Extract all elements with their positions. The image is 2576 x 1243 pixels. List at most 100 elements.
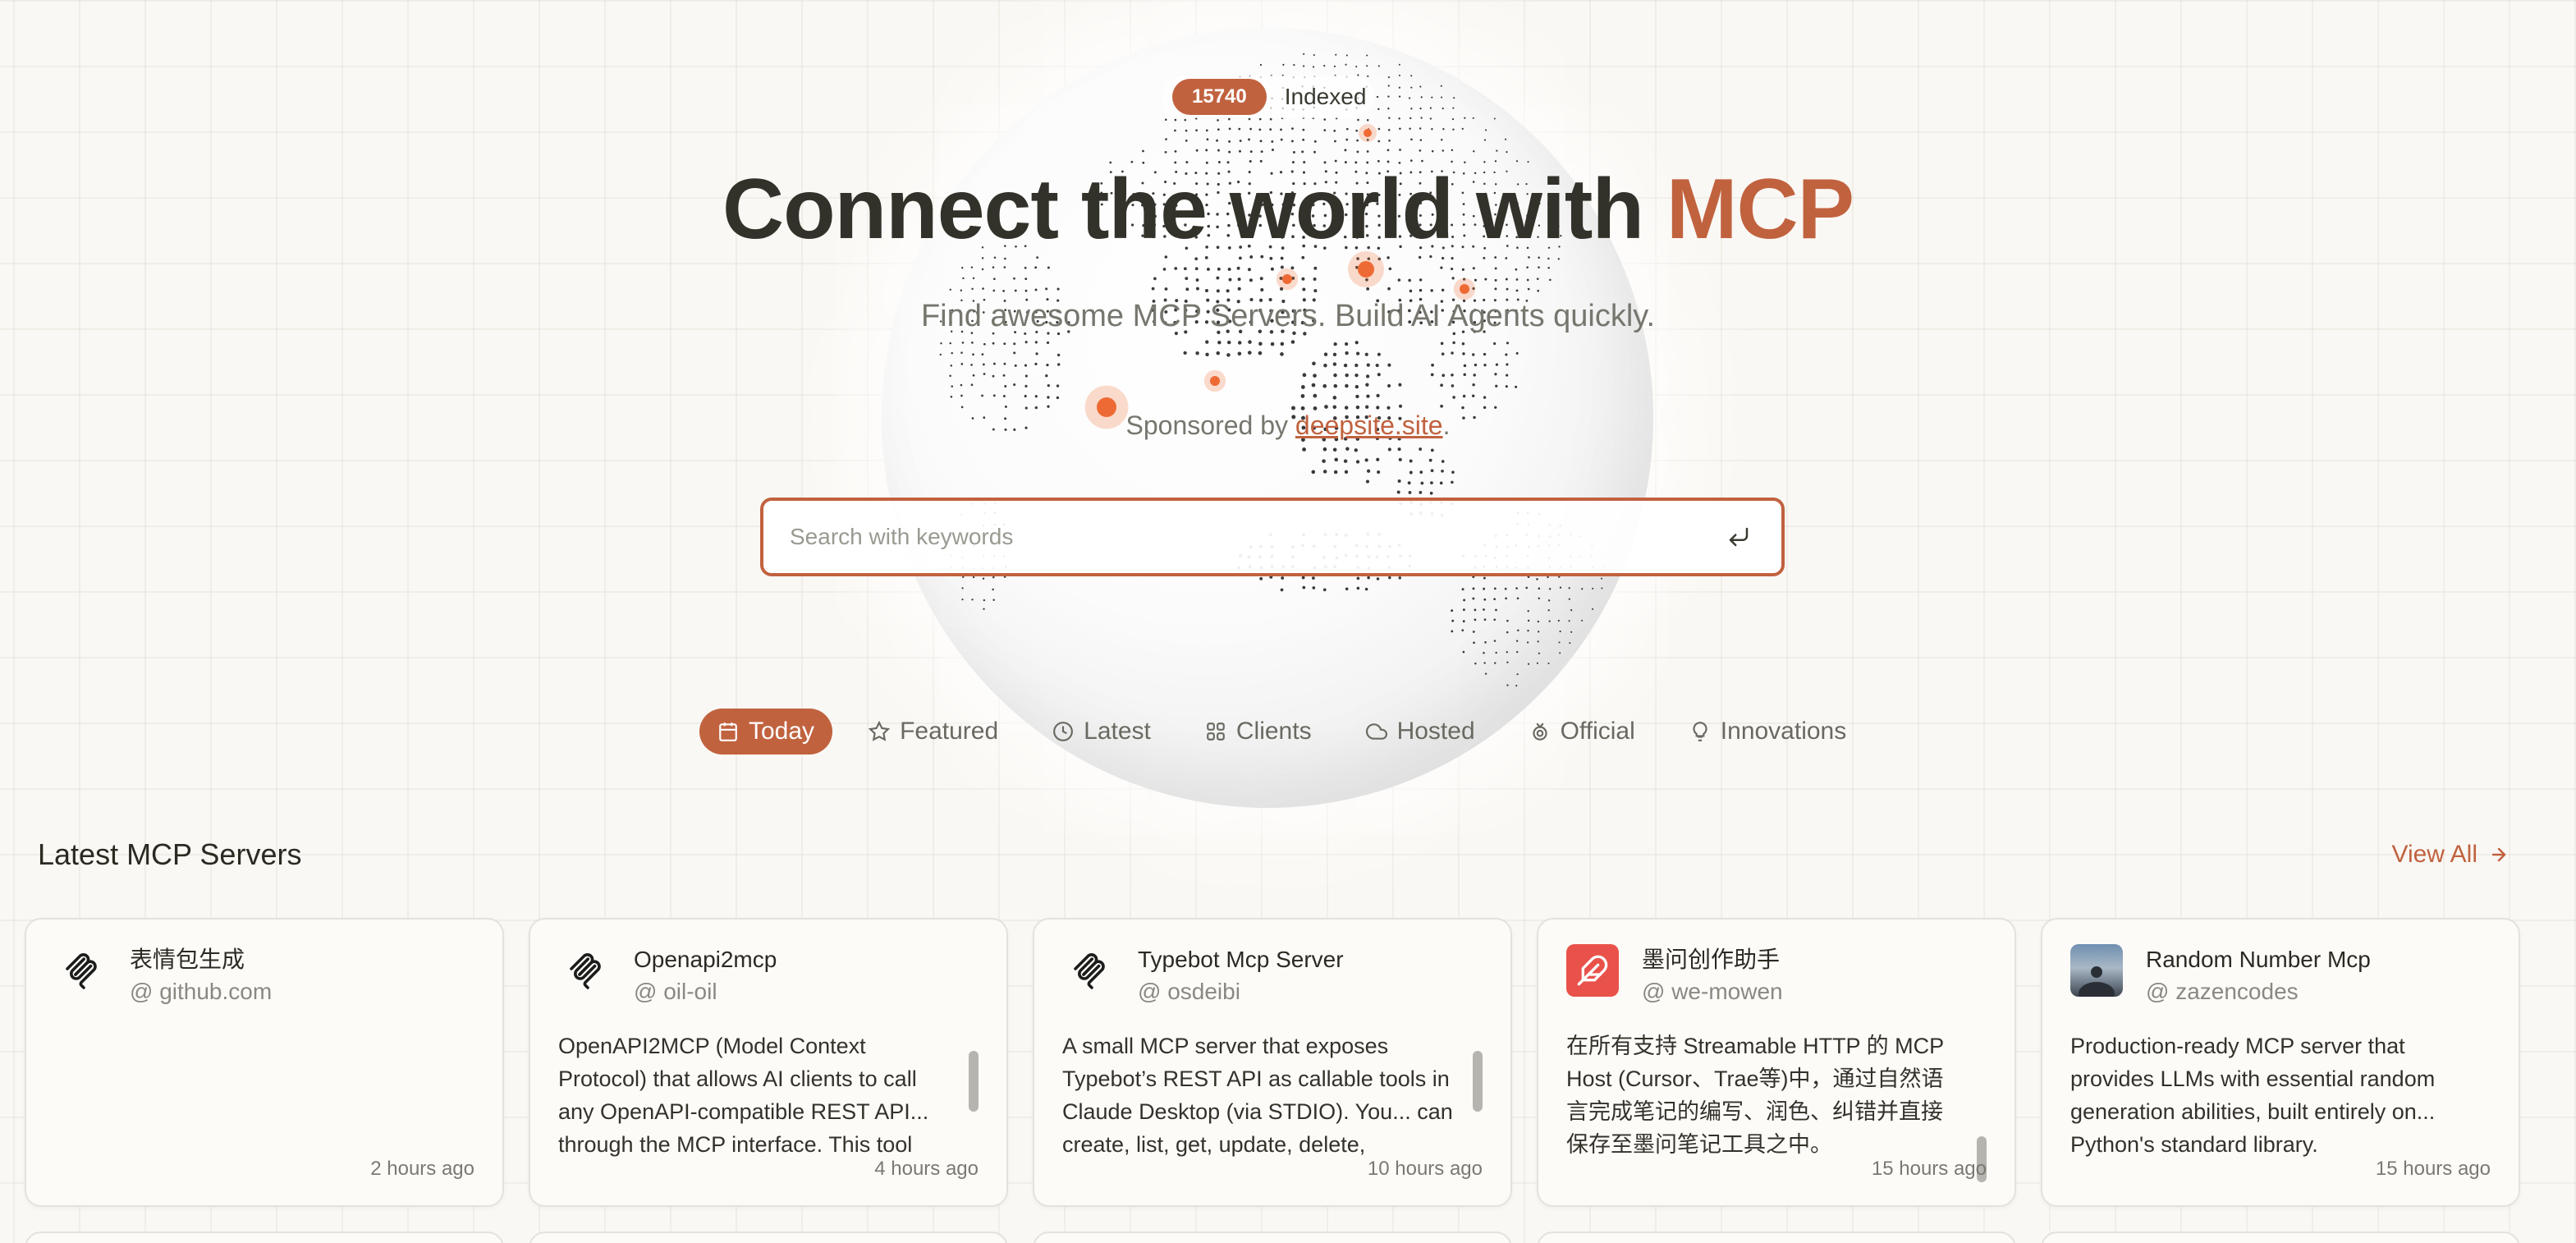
globe-dot (1376, 406, 1380, 410)
globe-dot (1538, 266, 1540, 268)
globe-dot (1024, 374, 1028, 378)
globe-dot (1485, 129, 1487, 131)
globe-dot (1547, 609, 1550, 612)
globe-dot (1333, 65, 1336, 67)
tab-clients[interactable]: Clients (1187, 709, 1330, 755)
tab-today[interactable]: Today (699, 709, 833, 755)
globe-dot (1398, 117, 1400, 120)
enter-icon[interactable] (1722, 521, 1755, 553)
globe-dot (1366, 287, 1370, 291)
globe-dot (1365, 383, 1369, 387)
server-card[interactable] (25, 1232, 504, 1243)
tab-label: Today (749, 718, 815, 745)
tab-innovations[interactable]: Innovations (1671, 709, 1864, 755)
globe-dot (1387, 149, 1390, 152)
sponsor-link[interactable]: deepsite.site (1295, 411, 1443, 440)
globe-dot (1185, 139, 1188, 142)
globe-dot (1228, 117, 1231, 121)
globe-dot (1463, 373, 1466, 377)
globe-dot (1313, 393, 1318, 398)
globe-dot (1474, 662, 1477, 665)
globe-dot (1377, 127, 1381, 131)
globe-dot (1003, 362, 1006, 365)
globe-dot (1366, 150, 1369, 153)
globe-dot (1291, 127, 1294, 130)
globe-dot (1165, 138, 1167, 140)
globe-dot (940, 342, 942, 345)
globe-dot (1410, 138, 1413, 141)
globe-dot (1505, 353, 1508, 356)
globe-dot (1151, 287, 1155, 291)
server-card[interactable]: 表情包生成 @ github.com 2 hours ago (25, 918, 504, 1207)
globe-dot (1313, 289, 1318, 293)
server-card[interactable] (1033, 1232, 1512, 1243)
globe-dot (1366, 65, 1368, 67)
server-card[interactable] (1537, 1232, 2016, 1243)
globe-dot (1217, 119, 1219, 122)
feather-icon (1566, 944, 1619, 997)
globe-dot (1324, 405, 1328, 409)
globe-dot (960, 394, 963, 397)
globe-dot (1472, 353, 1475, 356)
globe-dot (1483, 598, 1487, 601)
globe-dot (1483, 587, 1486, 590)
card-time: 2 hours ago (370, 1158, 474, 1180)
globe-dot (1002, 290, 1005, 292)
server-card[interactable]: 墨问创作助手 @ we-mowen 在所有支持 Streamable HTTP … (1537, 918, 2016, 1207)
card-name: Openapi2mcp (634, 947, 777, 972)
globe-dot (939, 353, 942, 356)
globe-dot (1538, 631, 1540, 633)
globe-dot (1547, 599, 1551, 602)
globe-dot (1377, 373, 1381, 377)
tab-label: Featured (900, 718, 999, 745)
globe-dot (1355, 405, 1360, 410)
globe-dot (1332, 362, 1337, 366)
globe-dot (1004, 385, 1007, 388)
view-all-label: View All (2391, 841, 2477, 868)
globe-dot (1439, 481, 1443, 485)
globe-dot (1239, 140, 1242, 142)
globe-dot (1216, 139, 1219, 142)
server-card[interactable]: Openapi2mcp @ oil-oil OpenAPI2MCP (Model… (529, 918, 1008, 1207)
globe-dot (1313, 53, 1315, 57)
globe-dot (1483, 396, 1487, 399)
globe-dot (1568, 620, 1570, 622)
title-accent: MCP (1666, 162, 1854, 257)
globe-dot (1495, 608, 1497, 612)
globe-dot (1247, 351, 1252, 355)
tab-hosted[interactable]: Hosted (1348, 709, 1493, 755)
globe-dot (983, 373, 986, 375)
globe-marker (1282, 274, 1292, 284)
globe-dot (1248, 138, 1250, 141)
card-description: OpenAPI2MCP (Model Context Protocol) tha… (558, 1034, 929, 1157)
search-input[interactable] (790, 524, 1722, 550)
globe-dot (1345, 587, 1349, 591)
globe-dot (1377, 352, 1381, 356)
server-card[interactable] (529, 1232, 1008, 1243)
globe-dot (1538, 652, 1540, 654)
globe-dot (1451, 277, 1455, 280)
globe-dot (1237, 287, 1241, 291)
globe-dot (1035, 352, 1038, 355)
card-author: @ osdeibi (1138, 979, 1240, 1004)
globe-dot (1515, 351, 1519, 355)
globe-dot (1442, 149, 1445, 152)
tab-latest[interactable]: Latest (1034, 709, 1169, 755)
globe-dot (972, 374, 975, 377)
globe-dot (1493, 342, 1497, 346)
globe-dot (1365, 479, 1370, 484)
globe-dot (1493, 618, 1497, 622)
globe-dot (1451, 267, 1454, 271)
tab-featured[interactable]: Featured (850, 709, 1016, 755)
tab-official[interactable]: Official (1511, 709, 1653, 755)
globe-dot (1442, 128, 1445, 131)
server-card[interactable]: Random Number Mcp @ zazencodes Productio… (2041, 918, 2520, 1207)
globe-dot (1601, 587, 1603, 589)
view-all-link[interactable]: View All (2391, 841, 2509, 869)
server-card[interactable] (2041, 1232, 2520, 1243)
globe-dot (1388, 267, 1392, 271)
globe-dot (961, 342, 965, 344)
server-card[interactable]: Typebot Mcp Server @ osdeibi A small MCP… (1033, 918, 1512, 1207)
globe-dot (949, 342, 951, 345)
globe-dot (1461, 406, 1464, 410)
